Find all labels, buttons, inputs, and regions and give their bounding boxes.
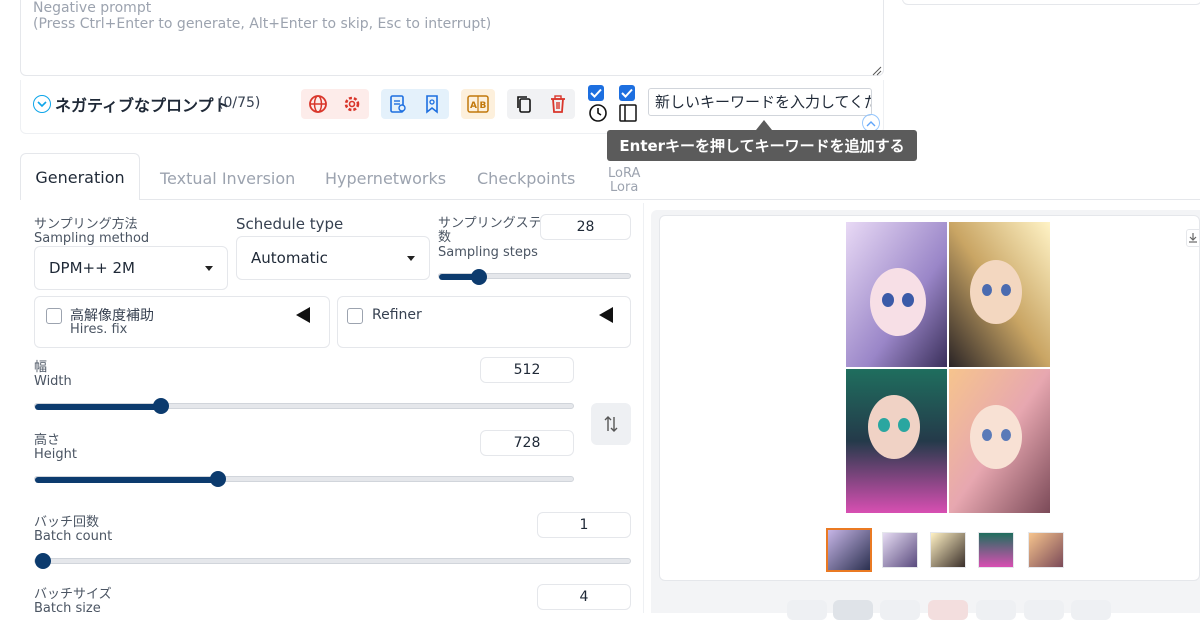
- refiner-checkbox[interactable]: [347, 308, 363, 324]
- copy-icon[interactable]: [514, 94, 534, 114]
- thumbnail-grid[interactable]: [826, 528, 872, 572]
- tab-checkpoints[interactable]: Checkpoints: [477, 169, 575, 201]
- sampling-steps-handle[interactable]: [471, 269, 487, 285]
- action-button-5[interactable]: [976, 600, 1016, 620]
- sampling-method-label-ja: サンプリング方法: [34, 217, 138, 232]
- sampling-steps-fill: [439, 274, 476, 280]
- batch-size-label-ja: バッチサイズ: [34, 587, 112, 602]
- action-button-7[interactable]: [1071, 600, 1111, 620]
- batch-count-label-ja: バッチ回数: [34, 515, 100, 530]
- action-button-2[interactable]: [833, 600, 873, 620]
- schedule-type-dropdown[interactable]: Automatic: [236, 236, 430, 280]
- panel-divider: [643, 203, 644, 613]
- svg-text:B: B: [480, 101, 487, 111]
- clock-icon[interactable]: [588, 103, 608, 123]
- height-handle[interactable]: [210, 471, 226, 487]
- width-fill: [35, 404, 159, 410]
- width-track[interactable]: [34, 403, 574, 410]
- checkbox-1[interactable]: [588, 85, 604, 101]
- sampling-steps-track[interactable]: [438, 273, 631, 280]
- height-label-ja: 高さ: [34, 433, 61, 448]
- collapse-arrow-icon: [296, 307, 310, 323]
- keyword-input[interactable]: 新しいキーワードを入力してください: [648, 88, 872, 116]
- action-button-3[interactable]: [880, 600, 920, 620]
- sampling-steps-label-en: Sampling steps: [438, 245, 538, 260]
- token-counter: (0/75): [218, 95, 261, 111]
- height-track[interactable]: [34, 476, 574, 483]
- tab-lora-line-2: Lora: [610, 180, 639, 195]
- globe-icon[interactable]: [308, 94, 328, 114]
- sampling-method-label-en: Sampling method: [34, 231, 150, 246]
- collapse-arrow-icon: [599, 307, 613, 323]
- batch-count-input[interactable]: 1: [537, 512, 631, 538]
- document-icon[interactable]: [388, 94, 408, 114]
- batch-size-label-en: Batch size: [34, 601, 101, 616]
- right-panel-box: [902, 0, 1200, 5]
- hires-fix-accordion[interactable]: 高解像度補助 Hires. fix: [34, 296, 330, 348]
- toolbar-group-blue: [381, 89, 449, 119]
- thumbnail-image-4[interactable]: [1028, 532, 1064, 568]
- refiner-label: Refiner: [372, 307, 422, 323]
- width-handle[interactable]: [153, 398, 169, 414]
- thumbnail-image-2[interactable]: [930, 532, 966, 568]
- tooltip-arrow: [756, 120, 772, 130]
- tooltip: Enterキーを押してキーワードを追加する: [607, 130, 917, 161]
- chevron-down-icon: [33, 95, 51, 113]
- generated-image-grid[interactable]: [846, 222, 1050, 513]
- swap-dimensions-button[interactable]: [591, 403, 631, 445]
- toolbar-group-orange: A B: [461, 89, 495, 119]
- thumbnail-image-1[interactable]: [882, 532, 918, 568]
- dropdown-arrow-icon: [407, 255, 415, 261]
- hires-fix-label-en: Hires. fix: [70, 322, 128, 337]
- trash-icon[interactable]: [548, 94, 568, 114]
- batch-count-track[interactable]: [34, 558, 631, 564]
- sidebar-panel-icon[interactable]: [619, 104, 637, 122]
- schedule-type-label: Schedule type: [236, 215, 344, 233]
- svg-text:A: A: [470, 101, 477, 111]
- thumbnail-image-3[interactable]: [978, 532, 1014, 568]
- batch-size-input[interactable]: 4: [537, 584, 631, 610]
- download-icon[interactable]: [1186, 229, 1200, 247]
- swap-icon: [604, 416, 618, 432]
- resize-grip-icon[interactable]: [872, 66, 882, 76]
- tab-textual-inversion[interactable]: Textual Inversion: [160, 169, 295, 201]
- width-label-ja: 幅: [34, 360, 48, 375]
- sampling-steps-label-ja-2: 数: [438, 230, 452, 245]
- negative-prompt-placeholder: Negative prompt (Press Ctrl+Enter to gen…: [33, 0, 491, 32]
- negative-prompt-header[interactable]: ネガティブなプロンプト: [33, 92, 230, 116]
- schedule-type-value: Automatic: [251, 249, 328, 267]
- action-button-4[interactable]: [928, 600, 968, 620]
- tab-generation[interactable]: Generation: [20, 153, 140, 200]
- tab-lora[interactable]: LoRA Lora: [608, 167, 640, 195]
- height-input[interactable]: 728: [480, 430, 574, 456]
- height-fill: [35, 477, 218, 483]
- batch-count-handle[interactable]: [35, 553, 51, 569]
- action-button-6[interactable]: [1024, 600, 1064, 620]
- toolbar-group-red: [301, 89, 369, 119]
- gear-icon[interactable]: [342, 94, 362, 114]
- width-input[interactable]: 512: [480, 357, 574, 383]
- tab-hypernetworks[interactable]: Hypernetworks: [325, 169, 446, 201]
- translate-icon[interactable]: A B: [467, 94, 489, 114]
- sampling-method-dropdown[interactable]: DPM++ 2M: [34, 246, 228, 290]
- toolbar-group-gray: [507, 89, 575, 119]
- negative-prompt-title: ネガティブなプロンプト: [55, 96, 230, 115]
- checkbox-2[interactable]: [619, 85, 635, 101]
- sampling-method-value: DPM++ 2M: [49, 259, 135, 277]
- placeholder-line-1: Negative prompt: [33, 0, 152, 16]
- batch-count-label-en: Batch count: [34, 529, 113, 544]
- height-label-en: Height: [34, 447, 77, 462]
- tab-lora-line-1: LoRA: [608, 166, 641, 181]
- action-button-1[interactable]: [787, 600, 827, 620]
- refiner-accordion[interactable]: Refiner: [337, 296, 631, 348]
- width-label-en: Width: [34, 374, 72, 389]
- bookmark-icon[interactable]: [422, 94, 442, 114]
- sampling-steps-input[interactable]: 28: [540, 214, 631, 240]
- hires-fix-checkbox[interactable]: [46, 308, 62, 324]
- placeholder-line-2: (Press Ctrl+Enter to generate, Alt+Enter…: [33, 16, 492, 32]
- dropdown-arrow-icon: [205, 265, 213, 271]
